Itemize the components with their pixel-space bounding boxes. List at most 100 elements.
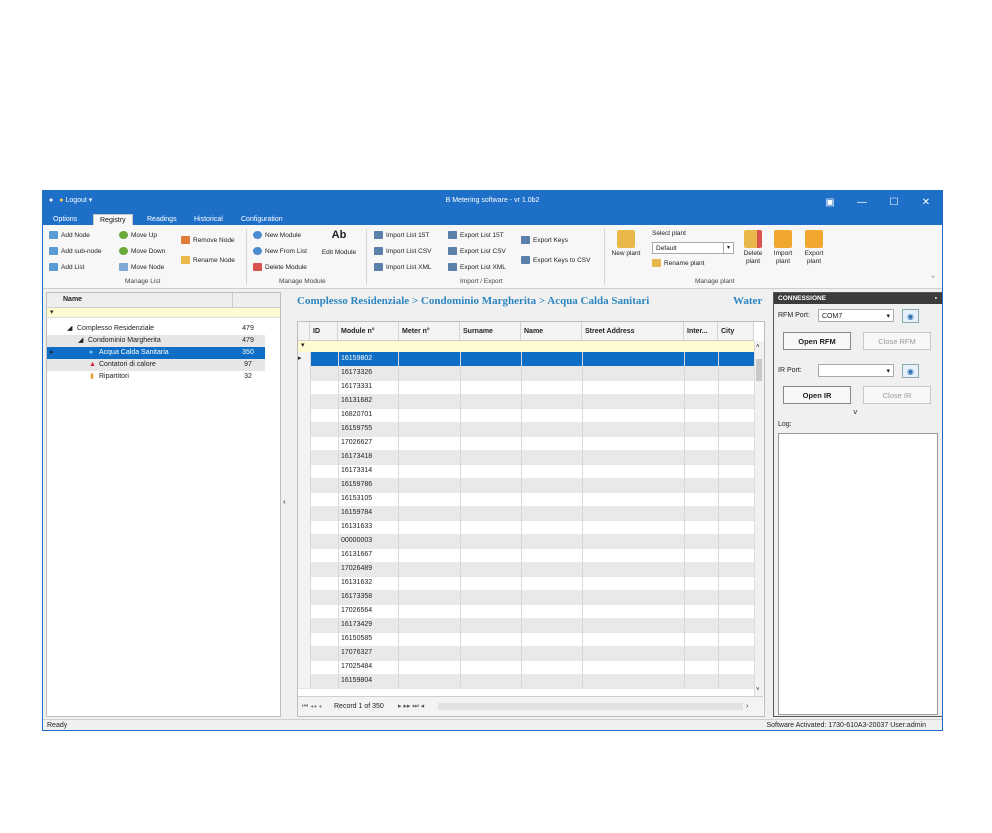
table-cell[interactable] (582, 492, 685, 506)
table-cell[interactable] (684, 548, 719, 562)
table-cell[interactable] (460, 450, 522, 464)
module-cell[interactable]: 16131633 (338, 520, 399, 534)
table-cell[interactable] (460, 660, 522, 674)
table-cell[interactable] (684, 590, 719, 604)
close-button[interactable]: ✕ (910, 191, 942, 213)
table-cell[interactable] (521, 478, 583, 492)
table-cell[interactable] (582, 660, 685, 674)
table-cell[interactable] (718, 436, 755, 450)
ir-port-select[interactable]: ▾ (818, 364, 894, 377)
module-cell[interactable]: 17076327 (338, 646, 399, 660)
table-cell[interactable] (684, 464, 719, 478)
table-cell[interactable] (582, 548, 685, 562)
column-header-module[interactable]: Module n° (338, 322, 399, 341)
table-row[interactable]: 16173326 (298, 366, 755, 381)
table-cell[interactable] (684, 646, 719, 660)
module-cell[interactable]: 17026627 (338, 436, 399, 450)
table-cell[interactable] (684, 618, 719, 632)
tab-readings[interactable]: Readings (141, 214, 183, 225)
module-cell[interactable]: 16159804 (338, 674, 399, 688)
table-cell[interactable] (521, 408, 583, 422)
tab-historical[interactable]: Historical (188, 214, 229, 225)
table-cell[interactable] (399, 632, 461, 646)
table-cell[interactable] (718, 674, 755, 688)
table-cell[interactable] (521, 646, 583, 660)
table-cell[interactable] (582, 590, 685, 604)
rename-node-button[interactable]: Rename Node (181, 256, 235, 264)
module-cell[interactable]: 16131632 (338, 576, 399, 590)
table-row[interactable]: 16159784 (298, 506, 755, 521)
table-row[interactable]: 16820701 (298, 408, 755, 423)
module-cell[interactable]: 16159784 (338, 506, 399, 520)
table-cell[interactable] (582, 562, 685, 576)
move-down-button[interactable]: Move Down (119, 247, 165, 255)
table-cell[interactable] (521, 464, 583, 478)
column-header-id[interactable]: ID (310, 322, 338, 341)
nav-next-icon[interactable]: ▸ ▸▸ ⏭ ◂ (398, 697, 424, 716)
table-cell[interactable] (684, 478, 719, 492)
table-cell[interactable] (718, 520, 755, 534)
table-cell[interactable] (521, 674, 583, 688)
table-cell[interactable] (310, 562, 339, 576)
add-subnode-button[interactable]: Add sub-node (49, 247, 101, 255)
table-cell[interactable] (310, 632, 339, 646)
table-row[interactable]: 16173314 (298, 464, 755, 479)
table-cell[interactable] (521, 576, 583, 590)
table-cell[interactable] (684, 562, 719, 576)
rfm-port-select[interactable]: COM7 ▾ (818, 309, 894, 322)
table-cell[interactable] (310, 674, 339, 688)
table-cell[interactable] (718, 534, 755, 548)
table-cell[interactable] (399, 450, 461, 464)
column-header-street[interactable]: Street Address (582, 322, 684, 341)
table-cell[interactable] (718, 548, 755, 562)
table-row[interactable]: 16153105 (298, 492, 755, 507)
tree-row-acqua-calda[interactable]: ▸ ● Acqua Calda Sanitaria 350 (47, 347, 265, 359)
module-cell[interactable]: 16820701 (338, 408, 399, 422)
table-cell[interactable] (310, 394, 339, 408)
module-cell[interactable]: 16173418 (338, 450, 399, 464)
table-cell[interactable] (684, 408, 719, 422)
table-cell[interactable] (399, 520, 461, 534)
tab-configuration[interactable]: Configuration (235, 214, 289, 225)
table-row[interactable]: 16150585 (298, 632, 755, 647)
table-cell[interactable] (399, 562, 461, 576)
scroll-thumb[interactable] (756, 359, 762, 381)
table-cell[interactable] (521, 618, 583, 632)
table-cell[interactable] (684, 674, 719, 688)
table-cell[interactable] (582, 506, 685, 520)
tree-row-contatori[interactable]: ▲ Contatori di calore 97 (47, 359, 265, 371)
table-cell[interactable] (582, 674, 685, 688)
module-cell[interactable]: 16159755 (338, 422, 399, 436)
delete-module-button[interactable]: Delete Module (253, 263, 307, 271)
table-cell[interactable] (310, 548, 339, 562)
table-cell[interactable] (684, 604, 719, 618)
scroll-down-icon[interactable]: ˅ (756, 687, 760, 693)
table-cell[interactable] (582, 366, 685, 380)
expand-icon[interactable]: ◢ (78, 335, 83, 347)
close-ir-button[interactable]: Close IR (863, 386, 931, 404)
rename-plant-button[interactable]: Rename plant (652, 259, 704, 267)
module-cell[interactable]: 16173429 (338, 618, 399, 632)
table-cell[interactable] (718, 380, 755, 394)
table-cell[interactable] (582, 464, 685, 478)
table-cell[interactable] (310, 506, 339, 520)
minimize-button[interactable]: — (846, 191, 878, 213)
table-cell[interactable] (582, 632, 685, 646)
table-cell[interactable] (399, 464, 461, 478)
table-cell[interactable] (399, 618, 461, 632)
table-cell[interactable] (684, 576, 719, 590)
table-cell[interactable] (521, 520, 583, 534)
collapse-ribbon-icon[interactable]: ⌃ (930, 275, 936, 283)
table-cell[interactable] (399, 576, 461, 590)
table-cell[interactable] (684, 632, 719, 646)
table-cell[interactable] (399, 534, 461, 548)
add-node-button[interactable]: Add Node (49, 231, 90, 239)
table-row[interactable]: 16173429 (298, 618, 755, 633)
tree-row-complesso[interactable]: ◢ Complesso Residenziale 479 (47, 323, 265, 335)
table-cell[interactable] (684, 422, 719, 436)
module-cell[interactable]: 16173326 (338, 366, 399, 380)
module-cell[interactable]: 16159802 (338, 352, 399, 366)
remove-node-button[interactable]: Remove Node (181, 236, 235, 244)
table-cell[interactable] (310, 436, 339, 450)
table-cell[interactable] (310, 380, 339, 394)
